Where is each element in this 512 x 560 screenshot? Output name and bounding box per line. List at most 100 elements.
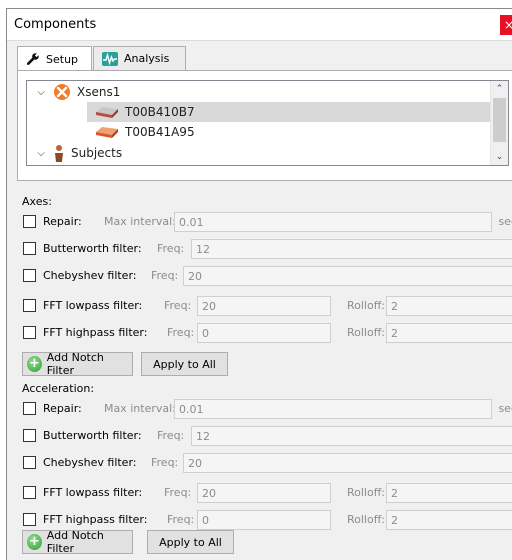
tab-setup-label: Setup (46, 52, 79, 66)
fft-lowpass-label: FFT lowpass filter: (43, 486, 143, 499)
chebyshev-row: Chebyshev filter: Freq: (21, 453, 512, 475)
repair-checkbox[interactable] (23, 215, 36, 228)
freq-label: Freq: (167, 513, 195, 526)
fft-highpass-checkbox[interactable] (23, 513, 36, 526)
section-title-axes: Axes: (22, 195, 52, 208)
freq-label: Freq: (167, 326, 195, 339)
freq-label: Freq: (151, 269, 179, 282)
section-title-acceleration: Acceleration: (22, 382, 95, 395)
tree-item-subjects[interactable]: ⌵ Subjects (35, 143, 495, 163)
rolloff-label: Rolloff: (347, 513, 386, 526)
repair-row: Repair: Max interval: sec (21, 399, 512, 421)
max-interval-label: Max interval: (104, 402, 176, 415)
freq-label: Freq: (151, 456, 179, 469)
butterworth-freq-input[interactable] (191, 426, 512, 446)
apply-to-all-button[interactable]: Apply to All (141, 352, 228, 376)
apply-to-all-button[interactable]: Apply to All (147, 530, 234, 554)
fft-lowpass-rolloff-input[interactable] (386, 296, 512, 316)
butterworth-row: Butterworth filter: Freq: (21, 239, 512, 261)
fft-lowpass-label: FFT lowpass filter: (43, 299, 143, 312)
subject-icon (55, 145, 63, 162)
rolloff-label: Rolloff: (347, 326, 386, 339)
tab-setup[interactable]: Setup (17, 46, 92, 72)
fft-highpass-checkbox[interactable] (23, 326, 36, 339)
butterworth-checkbox[interactable] (23, 429, 36, 442)
scroll-thumb[interactable] (493, 98, 506, 142)
sensor-icon (96, 127, 118, 138)
fft-highpass-label: FFT highpass filter: (43, 326, 148, 339)
repair-label: Repair: (43, 402, 82, 415)
fft-lowpass-row: FFT lowpass filter: Freq: Rolloff: (21, 483, 512, 505)
chebyshev-freq-input[interactable] (183, 266, 512, 286)
chevron-down-icon[interactable]: ⌵ (35, 87, 47, 98)
scroll-down-icon[interactable]: ⌄ (491, 149, 508, 165)
fft-lowpass-freq-input[interactable] (197, 483, 331, 503)
tree-item-xsens1[interactable]: ⌵ Xsens1 (35, 82, 495, 102)
components-window: Components × Setup Analysis ⌵ (6, 8, 512, 560)
fft-lowpass-freq-input[interactable] (197, 296, 331, 316)
fft-lowpass-rolloff-input[interactable] (386, 483, 512, 503)
max-interval-label: Max interval: (104, 215, 176, 228)
tab-analysis-label: Analysis (124, 52, 170, 65)
setup-panel: ⌵ Xsens1 T00B410B7 T00B41A95 ⌵ Subjects … (17, 70, 512, 181)
butterworth-checkbox[interactable] (23, 242, 36, 255)
tree-item-sensor-2[interactable]: T00B41A95 (87, 122, 492, 142)
xsens-device-icon (54, 84, 70, 100)
chebyshev-label: Chebyshev filter: (43, 456, 137, 469)
tab-analysis[interactable]: Analysis (93, 46, 186, 71)
scroll-up-icon[interactable]: ⌃ (491, 81, 508, 97)
repair-checkbox[interactable] (23, 402, 36, 415)
add-notch-filter-button[interactable]: + Add Notch Filter (22, 529, 133, 555)
wrench-icon (26, 53, 39, 65)
rolloff-label: Rolloff: (347, 486, 386, 499)
fft-highpass-rolloff-input[interactable] (386, 510, 512, 530)
tree-item-sensor-1[interactable]: T00B410B7 (87, 102, 492, 122)
butterworth-label: Butterworth filter: (43, 242, 142, 255)
butterworth-label: Butterworth filter: (43, 429, 142, 442)
chebyshev-label: Chebyshev filter: (43, 269, 137, 282)
tree-item-label: Xsens1 (77, 85, 121, 99)
waveform-icon (102, 51, 118, 66)
add-notch-filter-label: Add Notch Filter (46, 351, 104, 377)
fft-highpass-freq-input[interactable] (197, 510, 331, 530)
tree-item-label: T00B410B7 (125, 105, 195, 119)
title-bar: Components × (7, 9, 512, 41)
unit-label: sec (498, 402, 512, 415)
fft-lowpass-row: FFT lowpass filter: Freq: Rolloff: (21, 296, 512, 318)
close-button[interactable]: × (500, 15, 512, 35)
fft-highpass-freq-input[interactable] (197, 323, 331, 343)
chebyshev-row: Chebyshev filter: Freq: (21, 266, 512, 288)
freq-label: Freq: (164, 299, 192, 312)
fft-lowpass-checkbox[interactable] (23, 299, 36, 312)
apply-to-all-label: Apply to All (159, 535, 222, 549)
component-tree[interactable]: ⌵ Xsens1 T00B410B7 T00B41A95 ⌵ Subjects … (26, 80, 509, 166)
add-notch-filter-button[interactable]: + Add Notch Filter (22, 351, 133, 377)
repair-row: Repair: Max interval: sec (21, 212, 512, 234)
max-interval-input[interactable] (174, 399, 492, 419)
chebyshev-freq-input[interactable] (183, 453, 512, 473)
fft-highpass-row: FFT highpass filter: Freq: Rolloff: (21, 323, 512, 345)
plus-icon: + (27, 356, 42, 372)
rolloff-label: Rolloff: (347, 299, 386, 312)
freq-label: Freq: (157, 429, 185, 442)
tree-item-label: T00B41A95 (125, 125, 195, 139)
tree-item-label: Subjects (71, 146, 123, 160)
window-title: Components (14, 17, 97, 32)
fft-highpass-rolloff-input[interactable] (386, 323, 512, 343)
chebyshev-checkbox[interactable] (23, 269, 36, 282)
plus-icon: + (27, 534, 42, 550)
sensor-icon (96, 107, 118, 118)
unit-label: sec (498, 215, 512, 228)
butterworth-freq-input[interactable] (191, 239, 512, 259)
tree-scrollbar[interactable]: ⌃ ⌄ (490, 81, 508, 165)
freq-label: Freq: (164, 486, 192, 499)
chebyshev-checkbox[interactable] (23, 456, 36, 469)
fft-lowpass-checkbox[interactable] (23, 486, 36, 499)
freq-label: Freq: (157, 242, 185, 255)
fft-highpass-label: FFT highpass filter: (43, 513, 148, 526)
repair-label: Repair: (43, 215, 82, 228)
add-notch-filter-label: Add Notch Filter (46, 529, 104, 555)
chevron-down-icon[interactable]: ⌵ (35, 148, 47, 159)
apply-to-all-label: Apply to All (153, 357, 216, 371)
max-interval-input[interactable] (174, 212, 492, 232)
